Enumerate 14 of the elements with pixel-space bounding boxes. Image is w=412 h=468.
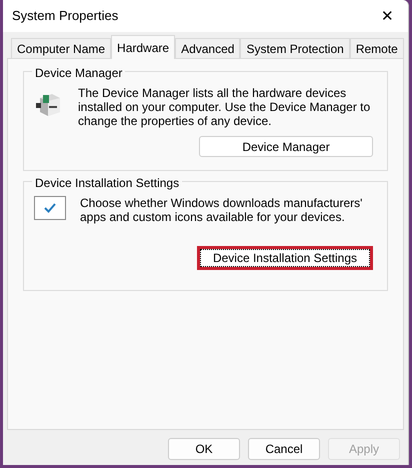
- tab[interactable]: Hardware: [111, 35, 176, 59]
- tab[interactable]: Advanced: [175, 38, 240, 58]
- tab[interactable]: Remote: [350, 38, 404, 58]
- action-button[interactable]: Device Installation Settings: [197, 246, 373, 270]
- action-button[interactable]: Device Manager: [199, 136, 373, 157]
- window-title: System Properties: [12, 7, 118, 26]
- description: Choose whether Windows downloads manufacturers' apps and custom icons available for your devices.: [80, 196, 364, 224]
- dialog-button[interactable]: OK: [168, 438, 240, 460]
- description: The Device Manager lists all the hardware devices installed on your computer. Use the Device Manager to change the properties of any device.: [78, 86, 372, 128]
- dialog-button[interactable]: Cancel: [248, 438, 320, 460]
- tab[interactable]: Computer Name: [11, 38, 112, 58]
- tab[interactable]: System Protection: [240, 38, 350, 58]
- close-button[interactable]: ✕: [377, 8, 398, 24]
- checkmark-icon: [34, 196, 66, 220]
